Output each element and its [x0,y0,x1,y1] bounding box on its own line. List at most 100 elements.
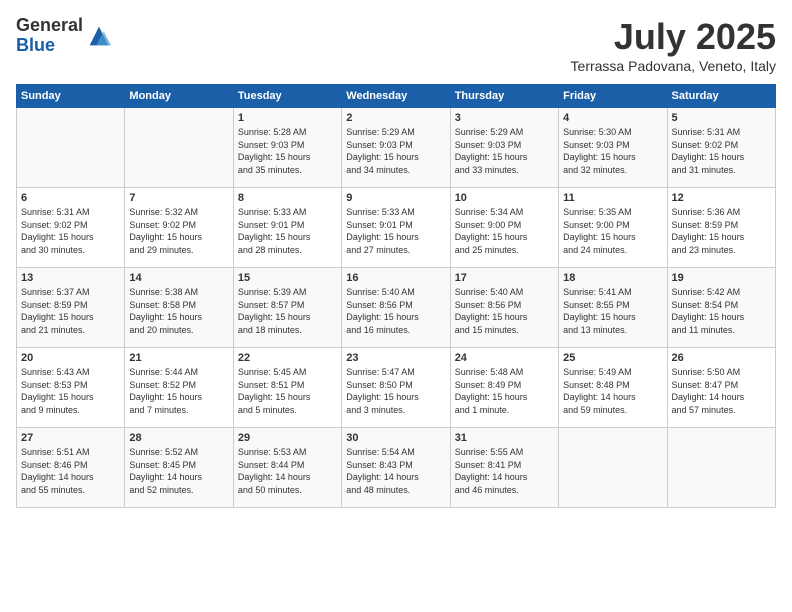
day-number: 4 [563,112,662,124]
day-info: Sunrise: 5:33 AM Sunset: 9:01 PM Dayligh… [238,206,337,256]
day-info: Sunrise: 5:49 AM Sunset: 8:48 PM Dayligh… [563,366,662,416]
logo: General Blue [16,16,113,56]
calendar-cell: 22 Sunrise: 5:45 AM Sunset: 8:51 PM Dayli… [233,348,341,428]
calendar-cell: 23 Sunrise: 5:47 AM Sunset: 8:50 PM Dayli… [342,348,450,428]
day-info: Sunrise: 5:52 AM Sunset: 8:45 PM Dayligh… [129,446,228,496]
day-number: 22 [238,352,337,364]
day-number: 30 [346,432,445,444]
day-info: Sunrise: 5:31 AM Sunset: 9:02 PM Dayligh… [21,206,120,256]
day-number: 9 [346,192,445,204]
calendar-cell [125,108,233,188]
calendar-cell: 7 Sunrise: 5:32 AM Sunset: 9:02 PM Daylig… [125,188,233,268]
day-number: 20 [21,352,120,364]
day-number: 31 [455,432,554,444]
day-info: Sunrise: 5:55 AM Sunset: 8:41 PM Dayligh… [455,446,554,496]
day-of-week-header: Saturday [667,85,775,108]
day-info: Sunrise: 5:40 AM Sunset: 8:56 PM Dayligh… [346,286,445,336]
day-number: 27 [21,432,120,444]
day-info: Sunrise: 5:38 AM Sunset: 8:58 PM Dayligh… [129,286,228,336]
day-info: Sunrise: 5:51 AM Sunset: 8:46 PM Dayligh… [21,446,120,496]
day-number: 8 [238,192,337,204]
day-number: 10 [455,192,554,204]
day-number: 12 [672,192,771,204]
day-info: Sunrise: 5:44 AM Sunset: 8:52 PM Dayligh… [129,366,228,416]
day-info: Sunrise: 5:32 AM Sunset: 9:02 PM Dayligh… [129,206,228,256]
day-number: 28 [129,432,228,444]
calendar-week-row: 20 Sunrise: 5:43 AM Sunset: 8:53 PM Dayli… [17,348,776,428]
day-of-week-header: Friday [559,85,667,108]
calendar-cell: 11Sunrise: 5:35 AM Sunset: 9:00 PM Dayli… [559,188,667,268]
calendar-cell: 1 Sunrise: 5:28 AM Sunset: 9:03 PM Daylig… [233,108,341,188]
calendar-cell: 19 Sunrise: 5:42 AM Sunset: 8:54 PM Dayli… [667,268,775,348]
calendar-header-row: SundayMondayTuesdayWednesdayThursdayFrid… [17,85,776,108]
calendar-cell: 2Sunrise: 5:29 AM Sunset: 9:03 PM Daylig… [342,108,450,188]
day-info: Sunrise: 5:40 AM Sunset: 8:56 PM Dayligh… [455,286,554,336]
calendar-cell [559,428,667,508]
calendar-week-row: 6 Sunrise: 5:31 AM Sunset: 9:02 PM Daylig… [17,188,776,268]
day-info: Sunrise: 5:33 AM Sunset: 9:01 PM Dayligh… [346,206,445,256]
day-number: 18 [563,272,662,284]
calendar-cell [17,108,125,188]
day-number: 17 [455,272,554,284]
day-of-week-header: Wednesday [342,85,450,108]
day-number: 15 [238,272,337,284]
logo-general: General [16,16,83,36]
day-info: Sunrise: 5:30 AM Sunset: 9:03 PM Dayligh… [563,126,662,176]
calendar-cell: 5Sunrise: 5:31 AM Sunset: 9:02 PM Daylig… [667,108,775,188]
day-number: 13 [21,272,120,284]
calendar-week-row: 13 Sunrise: 5:37 AM Sunset: 8:59 PM Dayli… [17,268,776,348]
day-info: Sunrise: 5:48 AM Sunset: 8:49 PM Dayligh… [455,366,554,416]
calendar-cell: 24 Sunrise: 5:48 AM Sunset: 8:49 PM Dayli… [450,348,558,428]
calendar-cell: 9 Sunrise: 5:33 AM Sunset: 9:01 PM Daylig… [342,188,450,268]
day-number: 24 [455,352,554,364]
calendar-cell: 8 Sunrise: 5:33 AM Sunset: 9:01 PM Daylig… [233,188,341,268]
day-info: Sunrise: 5:41 AM Sunset: 8:55 PM Dayligh… [563,286,662,336]
day-info: Sunrise: 5:37 AM Sunset: 8:59 PM Dayligh… [21,286,120,336]
calendar-cell: 20 Sunrise: 5:43 AM Sunset: 8:53 PM Dayli… [17,348,125,428]
day-number: 7 [129,192,228,204]
calendar-cell: 28 Sunrise: 5:52 AM Sunset: 8:45 PM Dayli… [125,428,233,508]
calendar-cell: 31 Sunrise: 5:55 AM Sunset: 8:41 PM Dayli… [450,428,558,508]
day-number: 11 [563,192,662,204]
day-number: 21 [129,352,228,364]
day-info: Sunrise: 5:42 AM Sunset: 8:54 PM Dayligh… [672,286,771,336]
title-block: July 2025 Terrassa Padovana, Veneto, Ita… [571,16,776,74]
day-info: Sunrise: 5:39 AM Sunset: 8:57 PM Dayligh… [238,286,337,336]
calendar-cell: 6 Sunrise: 5:31 AM Sunset: 9:02 PM Daylig… [17,188,125,268]
calendar-cell: 10Sunrise: 5:34 AM Sunset: 9:00 PM Dayli… [450,188,558,268]
calendar-cell: 4 Sunrise: 5:30 AM Sunset: 9:03 PM Daylig… [559,108,667,188]
calendar-cell: 15 Sunrise: 5:39 AM Sunset: 8:57 PM Dayli… [233,268,341,348]
day-info: Sunrise: 5:28 AM Sunset: 9:03 PM Dayligh… [238,126,337,176]
calendar-cell: 30 Sunrise: 5:54 AM Sunset: 8:43 PM Dayli… [342,428,450,508]
calendar-cell: 12 Sunrise: 5:36 AM Sunset: 8:59 PM Dayli… [667,188,775,268]
calendar-week-row: 27 Sunrise: 5:51 AM Sunset: 8:46 PM Dayli… [17,428,776,508]
day-of-week-header: Sunday [17,85,125,108]
day-number: 16 [346,272,445,284]
day-info: Sunrise: 5:45 AM Sunset: 8:51 PM Dayligh… [238,366,337,416]
month-year: July 2025 [571,16,776,58]
day-number: 1 [238,112,337,124]
calendar-cell: 13 Sunrise: 5:37 AM Sunset: 8:59 PM Dayli… [17,268,125,348]
day-info: Sunrise: 5:47 AM Sunset: 8:50 PM Dayligh… [346,366,445,416]
day-info: Sunrise: 5:29 AM Sunset: 9:03 PM Dayligh… [455,126,554,176]
calendar-cell [667,428,775,508]
calendar-cell: 25Sunrise: 5:49 AM Sunset: 8:48 PM Dayli… [559,348,667,428]
day-number: 19 [672,272,771,284]
calendar-cell: 17 Sunrise: 5:40 AM Sunset: 8:56 PM Dayli… [450,268,558,348]
logo-blue: Blue [16,36,83,56]
day-of-week-header: Thursday [450,85,558,108]
calendar-cell: 18 Sunrise: 5:41 AM Sunset: 8:55 PM Dayli… [559,268,667,348]
day-number: 23 [346,352,445,364]
day-info: Sunrise: 5:50 AM Sunset: 8:47 PM Dayligh… [672,366,771,416]
day-number: 6 [21,192,120,204]
calendar-cell: 14Sunrise: 5:38 AM Sunset: 8:58 PM Dayli… [125,268,233,348]
calendar-cell: 3Sunrise: 5:29 AM Sunset: 9:03 PM Daylig… [450,108,558,188]
day-info: Sunrise: 5:31 AM Sunset: 9:02 PM Dayligh… [672,126,771,176]
calendar-cell: 29Sunrise: 5:53 AM Sunset: 8:44 PM Dayli… [233,428,341,508]
day-info: Sunrise: 5:54 AM Sunset: 8:43 PM Dayligh… [346,446,445,496]
calendar-cell: 16 Sunrise: 5:40 AM Sunset: 8:56 PM Dayli… [342,268,450,348]
calendar-cell: 21 Sunrise: 5:44 AM Sunset: 8:52 PM Dayli… [125,348,233,428]
page-header: General Blue July 2025 Terrassa Padovana… [16,16,776,74]
day-info: Sunrise: 5:36 AM Sunset: 8:59 PM Dayligh… [672,206,771,256]
day-info: Sunrise: 5:43 AM Sunset: 8:53 PM Dayligh… [21,366,120,416]
